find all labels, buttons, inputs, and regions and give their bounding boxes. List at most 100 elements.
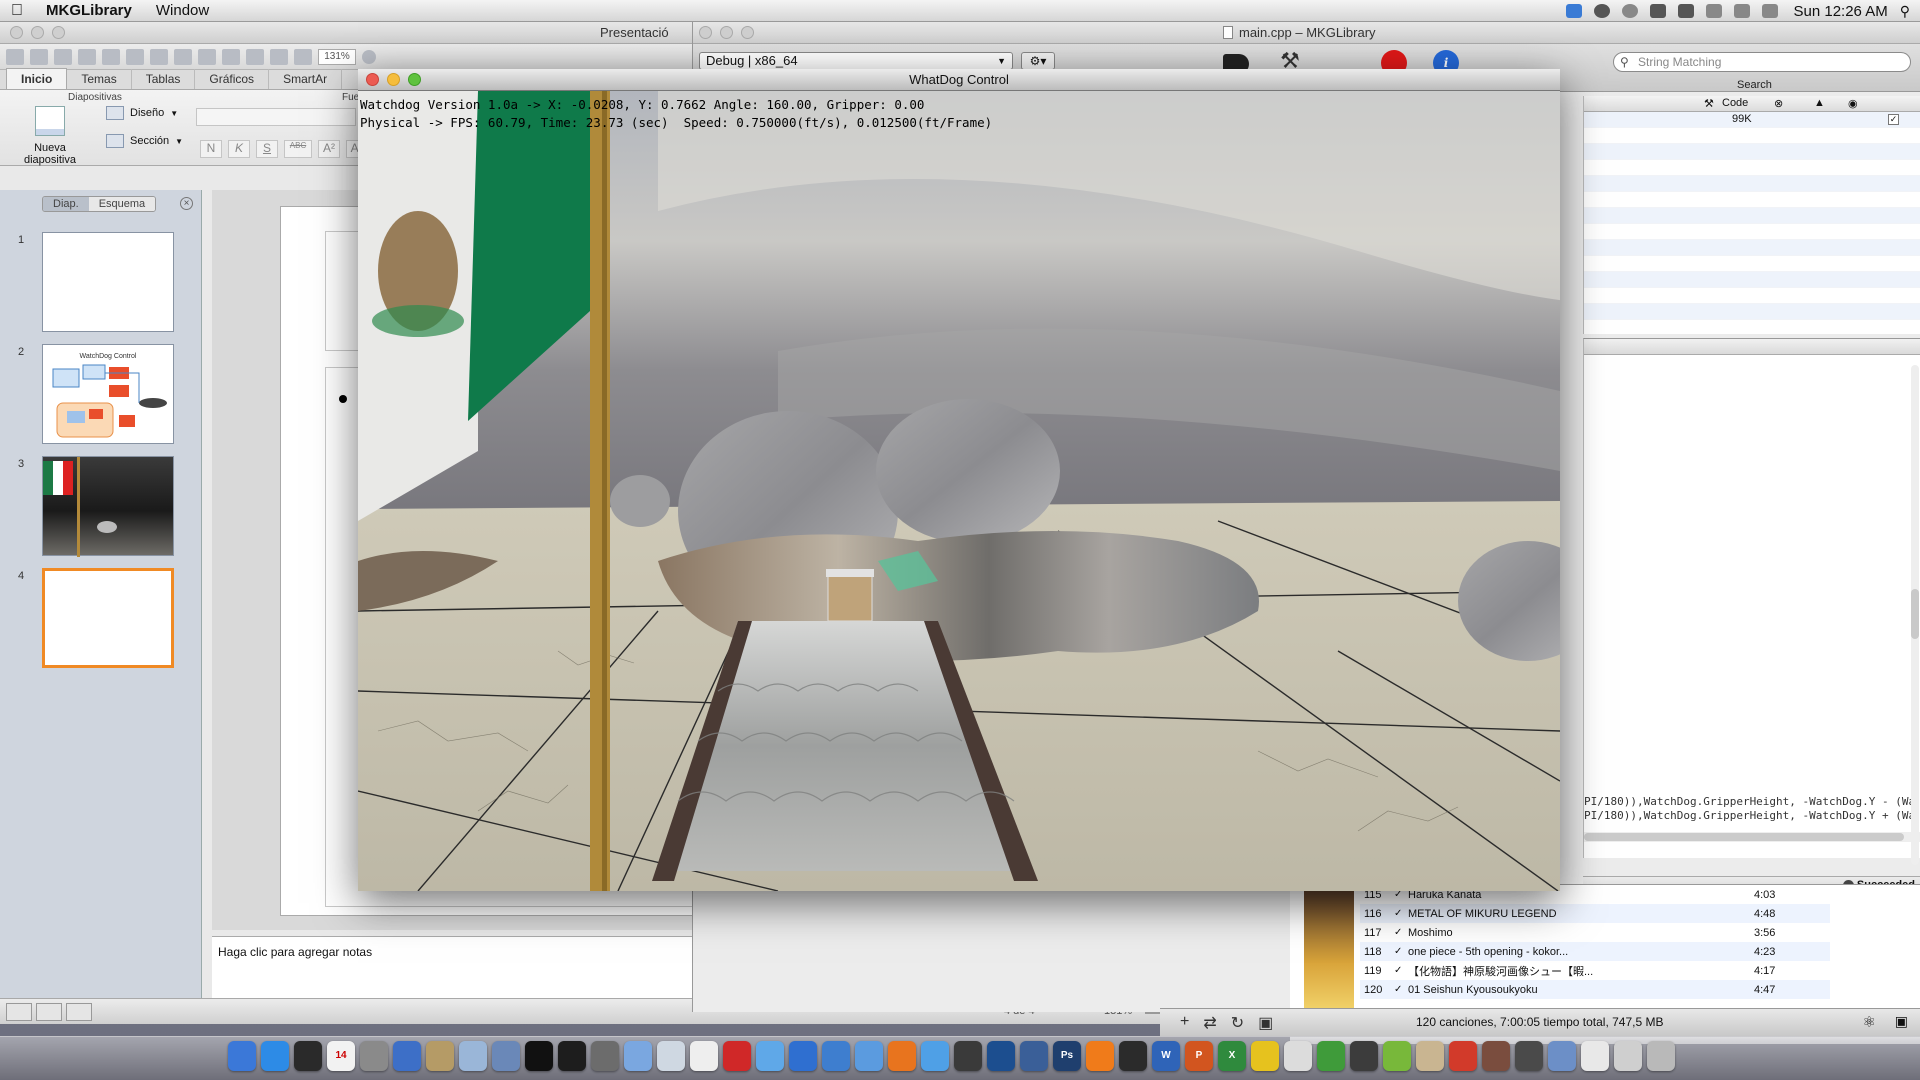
slide-thumbnail-3[interactable]: [42, 456, 174, 557]
mail-icon[interactable]: [1416, 1041, 1444, 1071]
scrollbar-knob[interactable]: [1584, 833, 1904, 841]
repeat-icon[interactable]: ↻: [1231, 1013, 1244, 1033]
bold-button[interactable]: N: [200, 140, 222, 158]
eject-icon[interactable]: [1705, 4, 1722, 18]
genius-icon[interactable]: ⚛: [1863, 1013, 1876, 1031]
word-icon[interactable]: W: [1152, 1041, 1180, 1071]
undo-icon[interactable]: [222, 48, 240, 65]
firefox-icon[interactable]: [888, 1041, 916, 1071]
insert-icon[interactable]: [270, 48, 288, 65]
unity-icon[interactable]: [1119, 1041, 1147, 1071]
serial-icon[interactable]: [1383, 1041, 1411, 1071]
new-icon[interactable]: [6, 48, 24, 65]
grid-icon[interactable]: [1649, 4, 1666, 18]
table-row[interactable]: [1584, 176, 1920, 192]
underline-button[interactable]: S: [256, 140, 278, 158]
textedit-icon[interactable]: [690, 1041, 718, 1071]
safari-icon[interactable]: [921, 1041, 949, 1071]
clock-icon[interactable]: [1284, 1041, 1312, 1071]
scrollbar-knob[interactable]: [1911, 589, 1919, 639]
excel-icon[interactable]: X: [1218, 1041, 1246, 1071]
italic-button[interactable]: K: [228, 140, 250, 158]
presenter-view-button[interactable]: [66, 1003, 92, 1021]
trash-icon[interactable]: [1647, 1041, 1675, 1071]
folder-icon[interactable]: [1548, 1041, 1576, 1071]
close-button[interactable]: [366, 73, 379, 86]
close-icon[interactable]: ×: [180, 197, 193, 210]
preview-icon[interactable]: [822, 1041, 850, 1071]
instruments-icon[interactable]: [426, 1041, 454, 1071]
tab-diapositivas[interactable]: Diap.: [43, 197, 89, 211]
help-icon[interactable]: [362, 49, 376, 64]
list-item[interactable]: 118 ✓ one piece - 5th opening - kokor...…: [1360, 942, 1830, 961]
slide-thumbnail-2[interactable]: WatchDog Control: [42, 344, 174, 444]
droplet-icon[interactable]: [756, 1041, 784, 1071]
save-icon[interactable]: [78, 48, 96, 65]
dashboard-icon[interactable]: [294, 1041, 322, 1071]
cube-icon[interactable]: [459, 1041, 487, 1071]
new-slide-button[interactable]: Nueva diapositiva: [8, 106, 92, 166]
slide-thumbnail-1[interactable]: [42, 232, 174, 332]
itunes-icon[interactable]: [789, 1041, 817, 1071]
target-checkbox[interactable]: ✓: [1888, 114, 1899, 125]
feather-icon[interactable]: [1449, 1041, 1477, 1071]
table-row[interactable]: [1584, 192, 1920, 208]
system-preferences-icon[interactable]: [360, 1041, 388, 1071]
utorrent-icon[interactable]: [1317, 1041, 1345, 1071]
target-column-icon[interactable]: ◉: [1848, 97, 1858, 110]
paste-icon[interactable]: [174, 48, 192, 65]
track-checkbox[interactable]: ✓: [1394, 946, 1408, 957]
cut-icon[interactable]: [126, 48, 144, 65]
minimize-button[interactable]: [387, 73, 400, 86]
errors-column-icon[interactable]: ⊗: [1774, 97, 1783, 110]
track-checkbox[interactable]: ✓: [1394, 984, 1408, 995]
apple-menu-icon[interactable]: : [0, 2, 34, 20]
sync-icon[interactable]: [1621, 4, 1638, 18]
scheme-selector[interactable]: Debug | x86_64 ▼: [699, 52, 1013, 70]
warnings-column-icon[interactable]: ▲: [1814, 97, 1825, 109]
table-row[interactable]: [1584, 256, 1920, 272]
tab-smartart[interactable]: SmartAr: [269, 69, 343, 89]
quicktime-icon[interactable]: [987, 1041, 1015, 1071]
album-artwork[interactable]: [1304, 891, 1354, 1011]
app-store-icon[interactable]: [261, 1041, 289, 1071]
steam-icon[interactable]: [1350, 1041, 1378, 1071]
gallery-icon[interactable]: [294, 48, 312, 65]
track-checkbox[interactable]: ✓: [1394, 927, 1408, 938]
column-code[interactable]: Code: [1722, 97, 1748, 109]
open-icon[interactable]: [54, 48, 72, 65]
section-button[interactable]: Sección ▼: [106, 134, 183, 148]
table-row[interactable]: [1584, 288, 1920, 304]
hammer-column-icon[interactable]: ⚒: [1704, 97, 1714, 110]
format-painter-icon[interactable]: [198, 48, 216, 65]
track-checkbox[interactable]: ✓: [1394, 908, 1408, 919]
close-button[interactable]: [10, 26, 23, 39]
list-item[interactable]: 120 ✓ 01 Seishun Kyousoukyoku 4:47: [1360, 980, 1830, 999]
finder-icon[interactable]: [228, 1041, 256, 1071]
photoshop-icon[interactable]: Ps: [1053, 1041, 1081, 1071]
volume-icon[interactable]: [1761, 4, 1778, 18]
action-gear-button[interactable]: ⚙▾: [1021, 52, 1055, 70]
copy-icon[interactable]: [150, 48, 168, 65]
track-checkbox[interactable]: ✓: [1394, 965, 1408, 976]
keyboard-icon[interactable]: [1515, 1041, 1543, 1071]
zoom-button[interactable]: [52, 26, 65, 39]
calendar-icon[interactable]: 14: [327, 1041, 355, 1071]
iphoto-icon[interactable]: [1020, 1041, 1048, 1071]
shuffle-icon[interactable]: ⇄: [1203, 1013, 1216, 1033]
table-row[interactable]: [1584, 224, 1920, 240]
toolbar-zoom-field[interactable]: 131%: [318, 48, 356, 65]
layout-button[interactable]: Diseño ▼: [106, 106, 178, 120]
table-row[interactable]: [1584, 144, 1920, 160]
artwork-toggle-icon[interactable]: ▣: [1258, 1013, 1273, 1033]
tab-graficos[interactable]: Gráficos: [195, 69, 270, 89]
spotlight-icon[interactable]: ⚲: [1900, 3, 1910, 20]
tab-esquema[interactable]: Esquema: [88, 197, 156, 211]
add-playlist-icon[interactable]: +: [1180, 1013, 1189, 1033]
box-icon[interactable]: [657, 1041, 685, 1071]
photo-booth-icon[interactable]: [1482, 1041, 1510, 1071]
adium-icon[interactable]: [855, 1041, 883, 1071]
comic-icon[interactable]: [954, 1041, 982, 1071]
dropbox-icon[interactable]: [1565, 4, 1582, 18]
minimize-button[interactable]: [31, 26, 44, 39]
